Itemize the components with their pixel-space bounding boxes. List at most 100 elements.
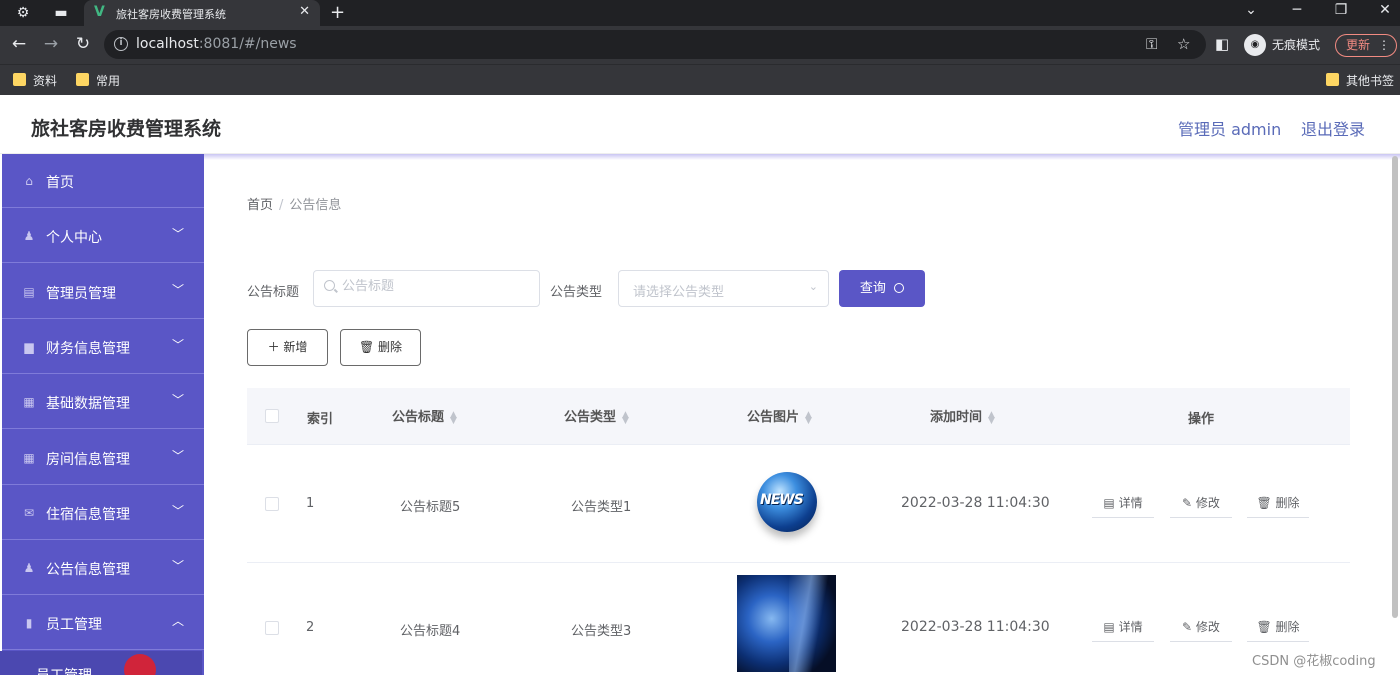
incognito-profile[interactable]: ◉ 无痕模式 — [1244, 33, 1320, 57]
type-select-placeholder: 请选择公告类型 — [633, 285, 725, 300]
query-button[interactable]: 查询 — [839, 270, 925, 307]
chevron-down-icon: ⌄ — [808, 280, 818, 293]
chevron-down-icon: ﹀ — [172, 448, 185, 463]
browser-tab-bar: ⚙ ▬ V 旅社客房收费管理系统 ✕ + ⌄ ─ ❐ ✕ — [0, 0, 1400, 26]
row-title: 公告标题5 — [400, 500, 461, 515]
type-select[interactable]: 请选择公告类型 ⌄ — [618, 270, 829, 307]
add-button[interactable]: ＋ 新增 — [247, 329, 328, 366]
delete-label: 删除 — [1275, 496, 1300, 510]
header-shadow — [204, 154, 1400, 160]
user-icon: ♟ — [23, 229, 35, 244]
browser-tab-active[interactable]: V 旅社客房收费管理系统 ✕ — [84, 0, 320, 26]
row-title: 公告标题4 — [400, 624, 461, 639]
chevron-down-icon: ﹀ — [172, 282, 185, 297]
breadcrumb-home[interactable]: 首页 — [247, 198, 273, 213]
bookmark-star-icon[interactable]: ☆ — [1177, 35, 1190, 53]
column-header-type[interactable]: 公告类型 ▲ ▼ — [564, 406, 629, 425]
info-icon[interactable]: i — [114, 37, 128, 51]
delete-button[interactable]: 🗑︎ 删除 — [1247, 612, 1309, 642]
row-time: 2022-03-28 11:04:30 — [901, 619, 1050, 635]
sidebar-item-label: 个人中心 — [46, 230, 102, 247]
delete-label: 删除 — [1275, 620, 1300, 634]
sidebar-item-label: 房间信息管理 — [46, 451, 130, 468]
update-button[interactable]: 更新 ⋮ — [1335, 34, 1397, 57]
bookmark-folder-ziliao[interactable]: 资料 — [13, 72, 57, 89]
watermark: CSDN @花椒coding — [1252, 654, 1376, 669]
detail-button[interactable]: ▤ 详情 — [1092, 612, 1154, 642]
browser-tab-title: 旅社客房收费管理系统 — [116, 8, 226, 21]
app-header: 旅社客房收费管理系统 管理员 admin 退出登录 — [0, 95, 1400, 154]
sort-icon: ▲ ▼ — [450, 409, 457, 426]
sidebar-item-4[interactable]: ▦ 基础数据管理 ﹀ — [2, 375, 204, 430]
home-icon: ⌂ — [25, 174, 33, 188]
submenu-item-employee[interactable]: 员工管理 — [0, 651, 202, 675]
grid-icon: ▦ — [23, 450, 35, 465]
chevron-down-icon: ﹀ — [172, 337, 185, 352]
delete-label: 删除 — [378, 340, 403, 354]
address-bar[interactable]: i localhost:8081/#/news ⚿ ☆ — [104, 30, 1206, 59]
select-all-checkbox[interactable] — [265, 409, 279, 423]
edit-label: 修改 — [1195, 620, 1220, 634]
sidebar-item-label: 住宿信息管理 — [46, 506, 130, 523]
row-index: 1 — [306, 496, 315, 511]
restore-icon[interactable]: ❐ — [1326, 2, 1356, 18]
edit-label: 修改 — [1195, 496, 1220, 510]
sidebar-item-1[interactable]: ♟ 个人中心 ﹀ — [2, 209, 204, 264]
sidebar-item-7[interactable]: ♟ 公告信息管理 ﹀ — [2, 541, 204, 596]
tab-overview-icon[interactable]: ▬ — [52, 4, 70, 22]
row-divider — [247, 444, 1350, 445]
globe-image — [737, 575, 836, 672]
key-icon[interactable]: ⚿ — [1146, 35, 1157, 53]
chevron-down-icon: ﹀ — [172, 227, 185, 242]
column-header-actions: 操作 — [1188, 412, 1215, 427]
title-search-input[interactable] — [342, 279, 522, 294]
sidebar-item-2[interactable]: ▤ 管理员管理 ﹀ — [2, 265, 204, 319]
logout-link[interactable]: 退出登录 — [1301, 116, 1365, 140]
bookmark-folder-changyong[interactable]: 常用 — [76, 72, 120, 89]
finance-icon: ▆ — [24, 339, 34, 354]
forward-icon[interactable]: → — [40, 34, 62, 54]
sidebar-item-6[interactable]: ✉ 住宿信息管理 ﹀ — [2, 486, 204, 540]
delete-button[interactable]: 🗑︎ 删除 — [1247, 488, 1309, 518]
close-tab-icon[interactable]: ✕ — [299, 4, 310, 19]
sidepanel-icon[interactable]: ◧ — [1215, 35, 1229, 53]
page-scrollbar[interactable] — [1392, 156, 1398, 618]
edit-button[interactable]: ✎ 修改 — [1170, 612, 1232, 642]
user-icon: ♟ — [23, 561, 35, 576]
sort-icon: ▲ ▼ — [622, 409, 629, 426]
row-checkbox[interactable] — [265, 621, 279, 635]
edit-button[interactable]: ✎ 修改 — [1170, 488, 1232, 518]
minimize-icon[interactable]: ─ — [1282, 2, 1312, 18]
sidebar-item-3[interactable]: ▆ 财务信息管理 ﹀ — [2, 320, 204, 374]
column-header-image[interactable]: 公告图片 ▲ ▼ — [747, 406, 812, 425]
new-tab-icon[interactable]: + — [330, 2, 345, 23]
chevron-down-icon: ﹀ — [172, 393, 185, 408]
column-header-title[interactable]: 公告标题 ▲ ▼ — [392, 406, 457, 425]
submenu-item-label: 员工管理 — [36, 665, 92, 675]
title-search-input-wrapper — [313, 270, 540, 307]
tab-search-icon[interactable]: ⌄ — [1236, 2, 1266, 18]
sidebar-item-label: 首页 — [46, 175, 74, 191]
breadcrumb-separator: / — [279, 198, 284, 213]
close-window-icon[interactable]: ✕ — [1370, 2, 1400, 18]
back-icon[interactable]: ← — [8, 34, 30, 54]
sidebar-item-0[interactable]: ⌂ 首页 — [2, 154, 204, 208]
sidebar-item-5[interactable]: ▦ 房间信息管理 ﹀ — [2, 431, 204, 485]
plus-icon: ＋ — [267, 340, 280, 354]
reload-icon[interactable]: ↻ — [72, 34, 94, 54]
table-header: 索引 公告标题 ▲ ▼ 公告类型 ▲ ▼ 公告图片 ▲ ▼ 添加时间 ▲ ▼ 操作 — [247, 388, 1350, 444]
detail-button[interactable]: ▤ 详情 — [1092, 488, 1154, 518]
current-user: 管理员 admin — [1178, 120, 1282, 139]
breadcrumb-current: 公告信息 — [289, 198, 342, 213]
bookmarks-bar: 资料 常用 其他书签 — [0, 64, 1400, 95]
bookmark-folder-other[interactable]: 其他书签 — [1326, 72, 1394, 89]
sidebar-item-8[interactable]: ▮ 员工管理 ︿ — [2, 596, 204, 651]
browser-menu-icon[interactable]: ⚙ — [14, 4, 32, 22]
batch-delete-button[interactable]: 🗑︎ 删除 — [340, 329, 421, 366]
chevron-up-icon: ︿ — [172, 614, 185, 629]
mail-icon: ✉ — [23, 505, 35, 520]
edit-icon: ✎ — [1182, 496, 1196, 510]
row-checkbox[interactable] — [265, 497, 279, 511]
column-header-time[interactable]: 添加时间 ▲ ▼ — [930, 406, 995, 425]
bar-chart-icon: ▮ — [25, 616, 33, 631]
